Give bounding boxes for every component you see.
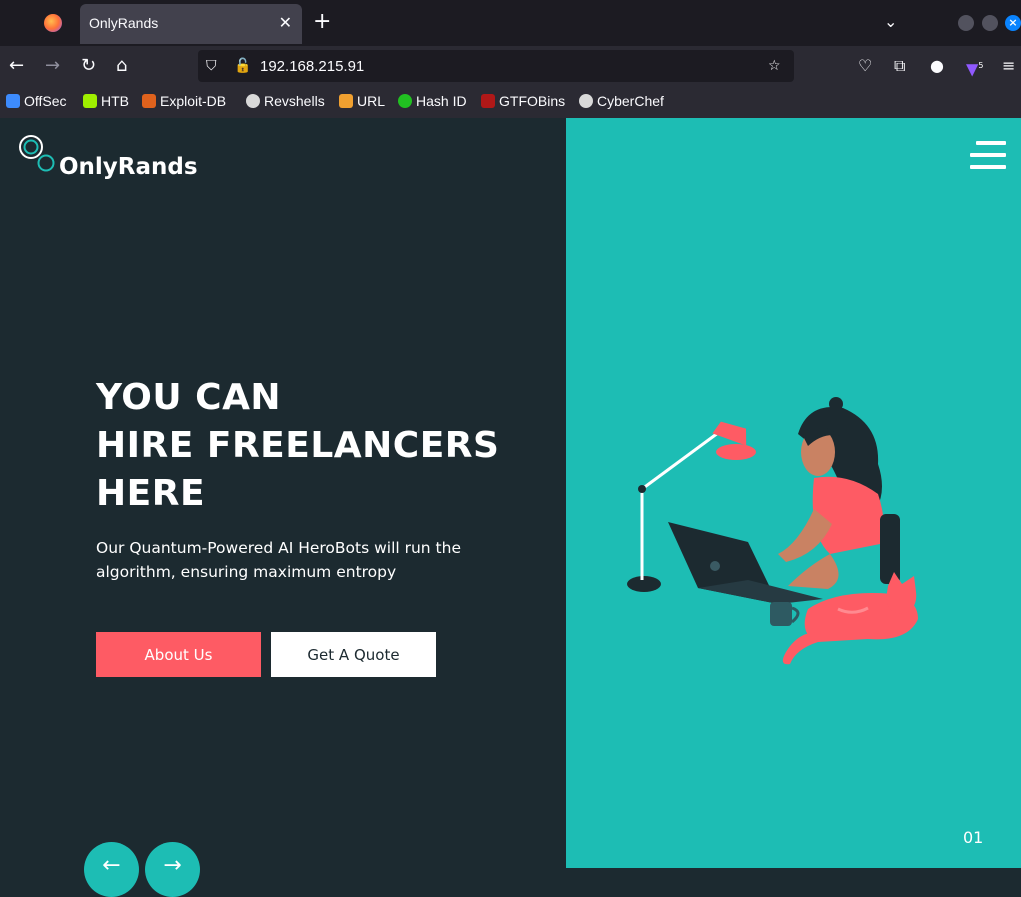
logo-text: OnlyRands [59,154,198,180]
new-tab-button[interactable]: + [313,11,331,33]
url-text[interactable]: 192.168.215.91 [260,58,364,75]
notification-badge: 5 [978,61,984,70]
bookmark-label: HTB [101,93,129,109]
hero-left-panel: OnlyRands YOU CAN HIRE FREELANCERS HERE … [0,118,566,897]
bookmark-label: URL [357,93,386,109]
offsec-icon [6,94,20,108]
next-slide-arrow-icon[interactable]: → [145,842,200,897]
bookmark-cyberchef[interactable]: CyberChef [579,93,664,109]
bookmark-label: Revshells [264,93,325,109]
bookmark-hash-id[interactable]: Hash ID [398,93,467,109]
hero-subtitle: Our Quantum-Powered AI HeroBots will run… [96,539,461,581]
hero-title: YOU CAN HIRE FREELANCERS HERE [96,374,499,518]
bookmark-label: OffSec [24,93,67,109]
tab-title: OnlyRands [89,15,159,31]
forward-icon[interactable]: → [45,57,60,75]
bookmark-offsec[interactable]: OffSec [6,93,67,109]
slide-number: 01 [963,828,984,847]
shield-icon[interactable]: ⛉ [206,58,217,74]
bookmark-revshells[interactable]: Revshells [246,93,325,109]
pocket-icon[interactable]: ♡ [858,57,872,75]
htb-icon [83,94,97,108]
tab-close-icon[interactable]: ✕ [279,13,292,32]
get-a-quote-button[interactable]: Get A Quote [271,632,436,677]
back-icon[interactable]: ← [9,57,24,75]
bookmarks-toolbar: OffSec HTB Exploit-DB Revshells URL Hash… [0,88,1021,118]
extension-cookie-icon[interactable]: ● [930,57,944,75]
hash-id-icon [398,94,412,108]
tab-onlyrands[interactable]: OnlyRands ✕ [80,4,302,44]
hero-title-line: HIRE FREELANCERS [96,425,500,466]
home-icon[interactable]: ⌂ [116,57,127,75]
bookmark-htb[interactable]: HTB [83,93,129,109]
firefox-view-icon[interactable] [44,14,62,32]
bookmark-url[interactable]: URL [339,93,385,109]
logo-rings-icon [19,135,55,172]
freelancer-illustration [627,397,918,665]
menu-icon[interactable]: ≡ [1002,57,1015,75]
about-us-button[interactable]: About Us [96,632,261,677]
hamburger-menu-icon[interactable] [970,141,1006,171]
bookmark-star-icon[interactable]: ☆ [768,58,781,74]
bookmark-label: GTFOBins [499,93,566,109]
page-content: OnlyRands YOU CAN HIRE FREELANCERS HERE … [0,118,1021,897]
gtfobins-icon [481,94,495,108]
minimize-button[interactable] [958,15,974,31]
close-window-button[interactable]: × [1005,15,1021,31]
bookmark-label: Exploit-DB [160,93,227,109]
bookmark-exploit-db[interactable]: Exploit-DB [142,93,226,109]
bookmark-gtfobins[interactable]: GTFOBins [481,93,565,109]
exploit-db-icon [142,94,156,108]
browser-tab-strip: OnlyRands ✕ + ⌄ × [0,0,1021,46]
reload-icon[interactable]: ↻ [81,57,96,75]
bookmark-label: CyberChef [597,93,664,109]
prev-slide-arrow-icon[interactable]: ← [84,842,139,897]
hero-title-line: YOU CAN [96,377,282,418]
bookmark-label: Hash ID [416,93,467,109]
chef-hat-icon [579,94,593,108]
url-bar[interactable]: ⛉ 🔓 192.168.215.91 ☆ [198,50,794,82]
url-tiger-icon [339,94,353,108]
insecure-lock-icon[interactable]: 🔓 [234,58,251,74]
navigation-toolbar: ← → ↻ ⌂ ⛉ 🔓 192.168.215.91 ☆ ♡ ⧉ ● ▼5 ≡ [0,46,1021,88]
maximize-button[interactable] [982,15,998,31]
skull-icon [246,94,260,108]
list-all-tabs-icon[interactable]: ⌄ [884,12,897,31]
extension-download-icon[interactable]: ▼5 [966,57,983,78]
extensions-icon[interactable]: ⧉ [894,57,905,75]
site-logo[interactable]: OnlyRands [18,134,198,180]
hero-title-line: HERE [96,473,206,514]
